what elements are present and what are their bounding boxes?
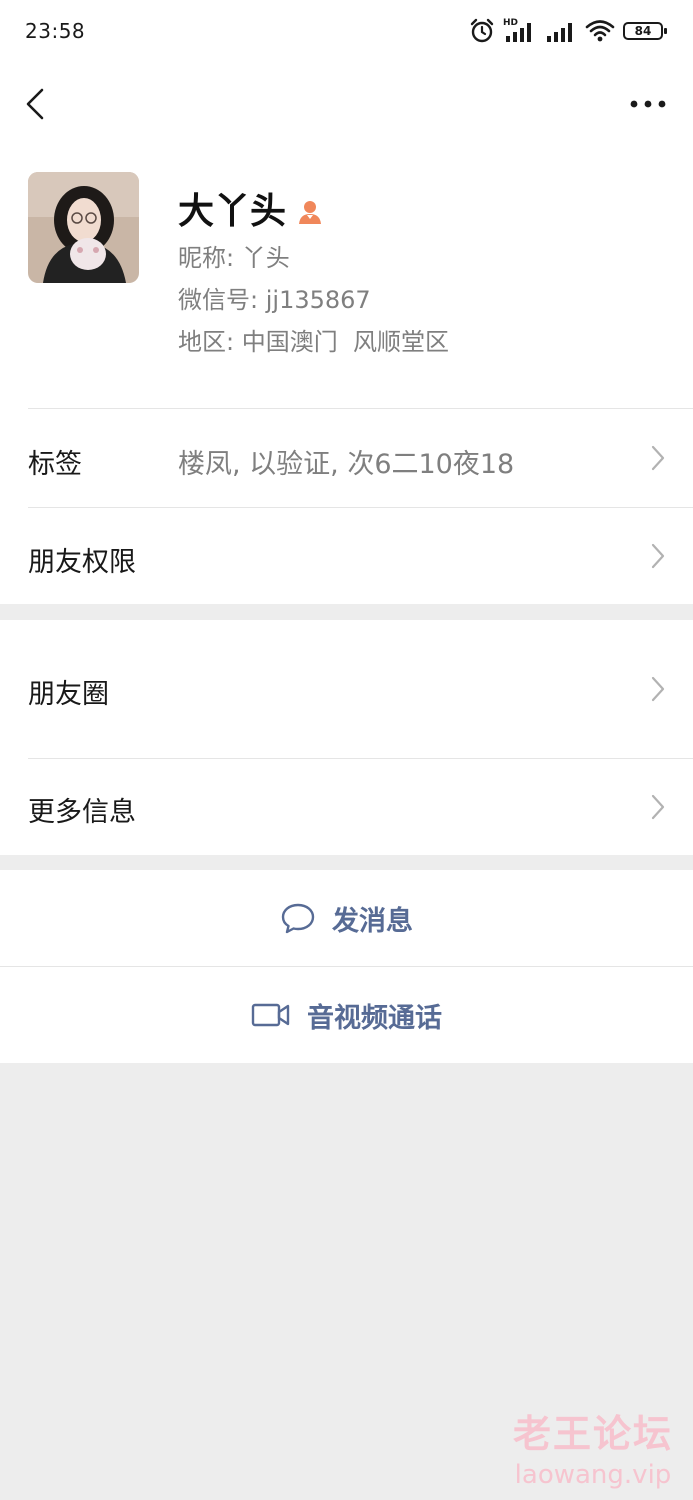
friend-permissions-row[interactable]: 朋友权限 [0,507,693,604]
friend-permissions-label: 朋友权限 [28,547,136,578]
watermark-cn: 老王论坛 [512,1412,673,1456]
more-button[interactable] [625,86,671,122]
status-bar: 23:58 HD 84 [0,0,693,62]
chevron-left-icon [26,88,44,120]
tags-value: 楼凤, 以验证, 次6二10夜18 [178,449,515,480]
tags-label: 标签 [28,449,82,480]
moments-row[interactable]: 朋友圈 [0,620,693,758]
nickname-value: 丫头 [241,244,290,272]
avatar[interactable] [28,172,139,283]
video-camera-icon [251,1003,290,1027]
display-name-text: 大丫头 [178,191,287,232]
status-icons: HD 84 [469,16,667,46]
chevron-right-icon [651,543,665,569]
region-label: 地区: [178,328,235,356]
chevron-right-icon [651,445,665,471]
video-call-button[interactable]: 音视频通话 [0,967,693,1063]
profile-header: 大丫头 昵称: 丫头 微信号: jj135867 地区: 中国澳门 风顺堂区 [0,146,693,408]
more-info-label: 更多信息 [28,797,136,828]
watermark-en: laowang.vip [514,1460,672,1490]
back-button[interactable] [18,82,58,126]
tags-row[interactable]: 标签 楼凤, 以验证, 次6二10夜18 [0,408,693,507]
battery-icon: 84 [623,22,667,40]
nav-bar [0,62,693,146]
wechat-id-value: jj135867 [265,286,371,314]
send-message-button[interactable]: 发消息 [0,870,693,966]
wechat-id-label: 微信号: [178,286,259,314]
divider [28,758,693,759]
more-info-row[interactable]: 更多信息 [0,758,693,855]
chevron-right-icon [651,676,665,702]
display-name: 大丫头 [178,182,324,234]
wifi-icon [585,18,615,44]
signal-icon [545,18,577,44]
region-line: 地区: 中国澳门 风顺堂区 [178,322,449,357]
watermark: 老王论坛 laowang.vip [513,1403,673,1490]
signal-hd-icon: HD [503,18,537,44]
nickname-line: 昵称: 丫头 [178,238,290,273]
divider [28,507,693,508]
divider [28,408,693,409]
send-message-label: 发消息 [332,905,413,937]
status-time: 23:58 [25,19,86,43]
nickname-label: 昵称: [178,244,235,272]
chevron-right-icon [651,794,665,820]
video-call-label: 音视频通话 [307,1002,442,1034]
more-dots-icon [630,100,666,108]
region-value: 中国澳门 风顺堂区 [241,328,449,356]
female-icon [296,194,324,224]
wechat-id-line: 微信号: jj135867 [178,280,371,315]
moments-label: 朋友圈 [28,679,109,710]
chat-bubble-icon [281,903,315,934]
alarm-icon [469,18,495,44]
